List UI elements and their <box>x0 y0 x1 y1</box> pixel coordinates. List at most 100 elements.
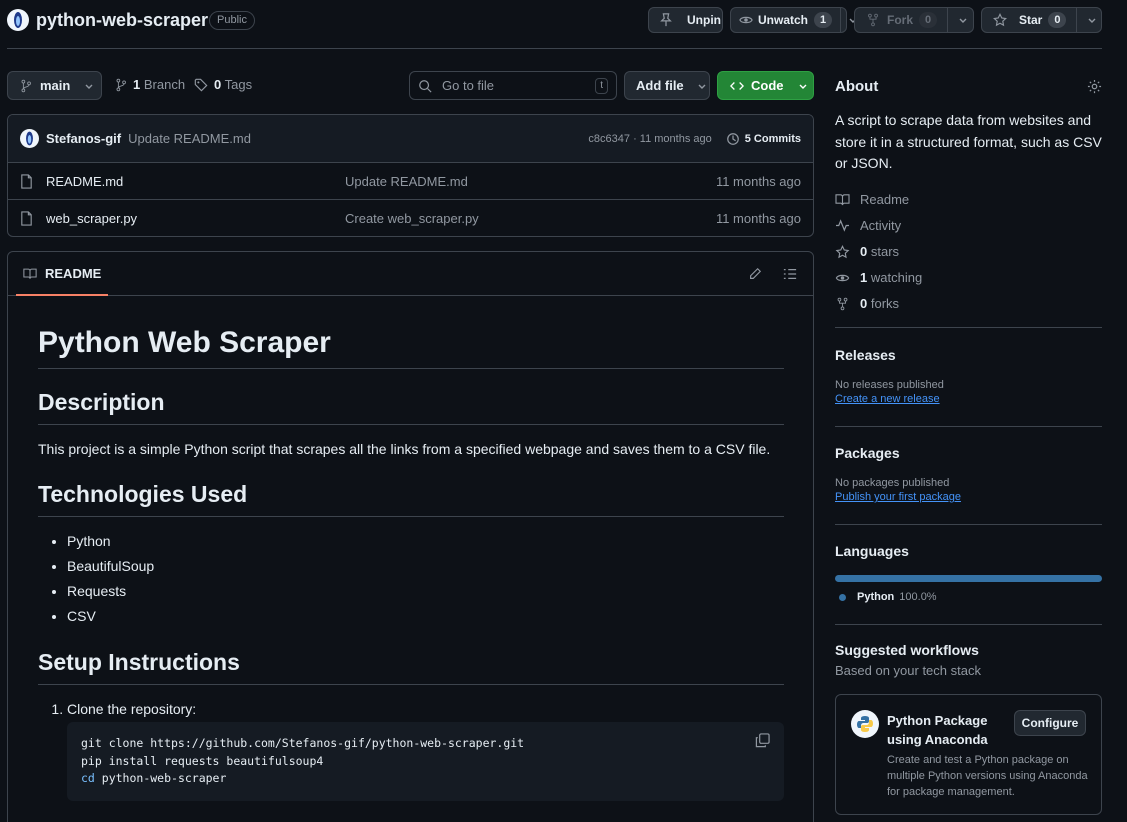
shortcut-key: t <box>595 77 608 94</box>
packages-section: Packages No packages published Publish y… <box>835 445 1102 503</box>
file-browser: Stefanos-gif Update README.md c8c6347 · … <box>7 114 814 237</box>
file-name[interactable]: web_scraper.py <box>46 211 137 226</box>
eye-icon <box>835 271 850 285</box>
publish-package-link[interactable]: Publish your first package <box>835 491 1102 503</box>
list-item: Requests <box>67 579 784 604</box>
heading-setup: Setup Instructions <box>38 649 784 685</box>
readme-link[interactable]: Readme <box>835 187 1102 213</box>
unpin-button[interactable]: Unpin <box>648 7 723 33</box>
star-icon <box>835 244 850 259</box>
about-description: A script to scrape data from websites an… <box>835 112 1102 171</box>
add-file-button[interactable]: Add file <box>624 71 710 100</box>
workflows-title: Suggested workflows <box>835 642 979 658</box>
go-to-file-input[interactable]: Go to file t <box>409 71 617 100</box>
fork-icon <box>835 297 850 311</box>
setup-steps: Clone the repository: <box>38 697 784 722</box>
readme-content: Python Web Scraper Description This proj… <box>38 296 784 801</box>
readme-header: README <box>8 252 813 296</box>
workflow-card: Python Package using Anaconda Configure … <box>835 694 1102 815</box>
chevron-down-icon[interactable] <box>947 8 968 32</box>
releases-title[interactable]: Releases <box>835 347 1102 363</box>
commit-message[interactable]: Update README.md <box>128 131 251 146</box>
stars-link[interactable]: 0 stars <box>835 239 1102 265</box>
heading-description: Description <box>38 389 784 425</box>
languages-title: Languages <box>835 543 909 559</box>
activity-link[interactable]: Activity <box>835 213 1102 239</box>
list-item: CSV <box>67 604 784 629</box>
star-button[interactable]: Star 0 <box>981 7 1102 33</box>
sidebar-divider <box>835 426 1102 427</box>
watch-count: 1 <box>814 12 833 28</box>
tab-readme[interactable]: README <box>16 252 109 296</box>
language-item-python[interactable]: Python 100.0% <box>835 591 1102 603</box>
table-row[interactable]: README.md Update README.md 11 months ago <box>8 163 813 200</box>
create-release-link[interactable]: Create a new release <box>835 393 1102 405</box>
workflow-card-description: Create and test a Python package on mult… <box>887 754 1088 798</box>
packages-empty: No packages published <box>835 477 950 489</box>
readme-title: Python Web Scraper <box>38 296 784 369</box>
repo-name[interactable]: python-web-scraper <box>36 10 208 31</box>
file-age: 11 months ago <box>715 173 801 189</box>
chevron-down-icon <box>84 81 94 91</box>
releases-empty: No releases published <box>835 379 944 391</box>
latest-commit-bar: Stefanos-gif Update README.md c8c6347 · … <box>8 115 813 163</box>
header-divider <box>7 48 1102 49</box>
branch-selector[interactable]: main <box>7 71 102 100</box>
tech-list: Python BeautifulSoup Requests CSV <box>38 529 784 629</box>
watching-link[interactable]: 1 watching <box>835 265 1102 291</box>
pin-icon <box>659 13 673 27</box>
file-commit-message[interactable]: Update README.md <box>345 174 468 189</box>
code-line: cd python-web-scraper <box>81 771 227 785</box>
pulse-icon <box>835 219 850 232</box>
python-logo-icon <box>851 710 879 738</box>
code-button[interactable]: Code <box>717 71 814 100</box>
file-name[interactable]: README.md <box>46 174 123 189</box>
branches-link[interactable]: 1 Branch <box>115 77 185 92</box>
sidebar-divider <box>835 624 1102 625</box>
book-icon <box>835 193 850 206</box>
edit-pencil-icon[interactable] <box>748 267 762 281</box>
avatar[interactable] <box>20 129 39 148</box>
tags-link[interactable]: 0 Tags <box>194 77 252 92</box>
fork-button[interactable]: Fork 0 <box>854 7 974 33</box>
branch-icon <box>20 79 32 93</box>
sidebar-divider <box>835 524 1102 525</box>
commit-author[interactable]: Stefanos-gif <box>46 131 121 146</box>
workflow-card-title[interactable]: Python Package using Anaconda <box>887 711 1017 749</box>
heading-technologies: Technologies Used <box>38 481 784 517</box>
fork-icon <box>867 13 879 27</box>
book-icon <box>23 267 37 280</box>
gear-icon[interactable] <box>1087 79 1102 94</box>
star-icon <box>993 13 1007 27</box>
language-dot <box>839 593 846 601</box>
file-icon <box>20 211 33 226</box>
repo-owner-avatar[interactable] <box>7 9 29 31</box>
file-commit-message[interactable]: Create web_scraper.py <box>345 211 479 226</box>
fork-count: 0 <box>919 12 938 28</box>
chevron-down-icon <box>798 81 808 91</box>
workflows-subtitle: Based on your tech stack <box>835 663 981 678</box>
eye-icon <box>739 13 753 27</box>
readme-panel: README Python Web Scraper Description Th… <box>7 251 814 822</box>
about-title: About <box>835 78 879 95</box>
table-row[interactable]: web_scraper.py Create web_scraper.py 11 … <box>8 200 813 236</box>
language-bar <box>835 575 1102 582</box>
commits-link[interactable]: 5 Commits <box>726 132 801 146</box>
workflows-section: Suggested workflows Based on your tech s… <box>835 642 1102 678</box>
history-icon <box>726 132 740 146</box>
code-block: git clone https://github.com/Stefanos-gi… <box>67 722 784 801</box>
list-item: Clone the repository: <box>67 697 784 722</box>
list-item: BeautifulSoup <box>67 554 784 579</box>
forks-link[interactable]: 0 forks <box>835 291 1102 317</box>
star-count: 0 <box>1048 12 1067 28</box>
code-line: git clone https://github.com/Stefanos-gi… <box>81 736 525 750</box>
unwatch-button[interactable]: Unwatch 1 <box>730 7 857 33</box>
packages-title[interactable]: Packages <box>835 445 1102 461</box>
outline-list-icon[interactable] <box>783 267 797 281</box>
chevron-down-icon[interactable] <box>1076 8 1097 32</box>
copy-icon[interactable] <box>755 733 770 748</box>
releases-section: Releases No releases published Create a … <box>835 347 1102 405</box>
description-text: This project is a simple Python script t… <box>38 441 771 457</box>
commit-meta[interactable]: c8c6347 · 11 months ago <box>588 133 711 145</box>
configure-button[interactable]: Configure <box>1014 710 1086 736</box>
